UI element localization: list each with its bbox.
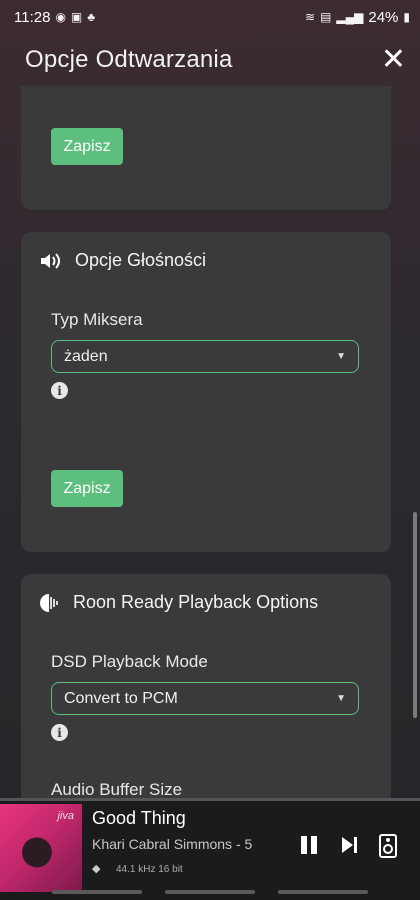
page-title: Opcje Odtwarzania bbox=[25, 46, 233, 73]
status-left: 11:28 ◉ ▣ ♣ bbox=[14, 9, 95, 26]
status-right: ≋ ▤ ▂▄▆ 24% ▮ bbox=[305, 9, 410, 26]
pause-icon[interactable] bbox=[298, 834, 320, 856]
speaker-zone-icon[interactable] bbox=[378, 834, 398, 858]
caret-down-icon: ▼ bbox=[336, 693, 346, 704]
audio-buffer-label: Audio Buffer Size bbox=[51, 780, 183, 798]
system-nav-bar bbox=[0, 890, 420, 894]
signal-path-icon: ◆ bbox=[92, 863, 101, 875]
battery-percent: 24% bbox=[368, 8, 399, 26]
app-notification-icon: ♣ bbox=[87, 10, 96, 24]
card-top: Zapisz bbox=[21, 86, 391, 210]
album-art-text: jiva bbox=[57, 810, 74, 822]
close-icon[interactable]: ✕ bbox=[381, 45, 406, 75]
save-button[interactable]: Zapisz bbox=[51, 128, 123, 165]
battery-icon: ▮ bbox=[403, 10, 410, 24]
lte-icon: ▤ bbox=[320, 10, 332, 24]
status-bar: 11:28 ◉ ▣ ♣ ≋ ▤ ▂▄▆ 24% ▮ bbox=[0, 0, 420, 34]
dialog-header: Opcje Odtwarzania ✕ bbox=[0, 34, 420, 86]
wifi-icon: ≋ bbox=[304, 10, 316, 24]
roon-ready-icon bbox=[40, 592, 59, 613]
card-title: Roon Ready Playback Options bbox=[73, 592, 319, 612]
status-time: 11:28 bbox=[14, 8, 51, 26]
caret-down-icon: ▼ bbox=[336, 351, 346, 362]
speaker-icon bbox=[41, 252, 60, 269]
track-title: Good Thing bbox=[92, 808, 186, 828]
info-icon[interactable]: i bbox=[51, 382, 68, 399]
nav-recents-button[interactable] bbox=[51, 890, 142, 894]
progress-track[interactable] bbox=[0, 798, 420, 801]
nav-home-button[interactable] bbox=[164, 890, 255, 894]
album-art[interactable]: jiva bbox=[0, 804, 82, 892]
card-title: Opcje Głośności bbox=[75, 250, 207, 270]
card-roon-ready-options: Roon Ready Playback Options DSD Playback… bbox=[21, 574, 391, 798]
signal-icon: ▂▄▆ bbox=[336, 10, 364, 24]
card-volume-options: Opcje Głośności Typ Miksera żaden ▼ i Za… bbox=[21, 232, 391, 552]
card-header: Opcje Głośności bbox=[39, 250, 206, 271]
save-button[interactable]: Zapisz bbox=[51, 470, 123, 507]
settings-scroll-area[interactable]: Zapisz Opcje Głośności Typ Miksera żaden… bbox=[0, 86, 420, 798]
notification-icon: ▣ bbox=[70, 10, 83, 24]
dsd-mode-label: DSD Playback Mode bbox=[51, 652, 208, 671]
select-value: żaden bbox=[64, 347, 108, 365]
scrollbar[interactable] bbox=[413, 512, 417, 718]
whatsapp-icon: ◉ bbox=[55, 10, 66, 24]
track-artist: Khari Cabral Simmons - 5 bbox=[92, 836, 253, 852]
mixer-type-select[interactable]: żaden ▼ bbox=[51, 340, 359, 373]
nav-back-button[interactable] bbox=[278, 890, 369, 894]
dsd-mode-select[interactable]: Convert to PCM ▼ bbox=[51, 682, 359, 715]
select-value: Convert to PCM bbox=[64, 689, 178, 707]
now-playing-bar[interactable]: jiva Good Thing Khari Cabral Simmons - 5… bbox=[0, 798, 420, 900]
info-icon[interactable]: i bbox=[51, 724, 68, 741]
audio-format: 44.1 kHz 16 bit bbox=[116, 864, 183, 875]
mixer-type-label: Typ Miksera bbox=[51, 310, 143, 329]
card-header: Roon Ready Playback Options bbox=[39, 592, 318, 613]
next-track-icon[interactable] bbox=[338, 834, 360, 856]
